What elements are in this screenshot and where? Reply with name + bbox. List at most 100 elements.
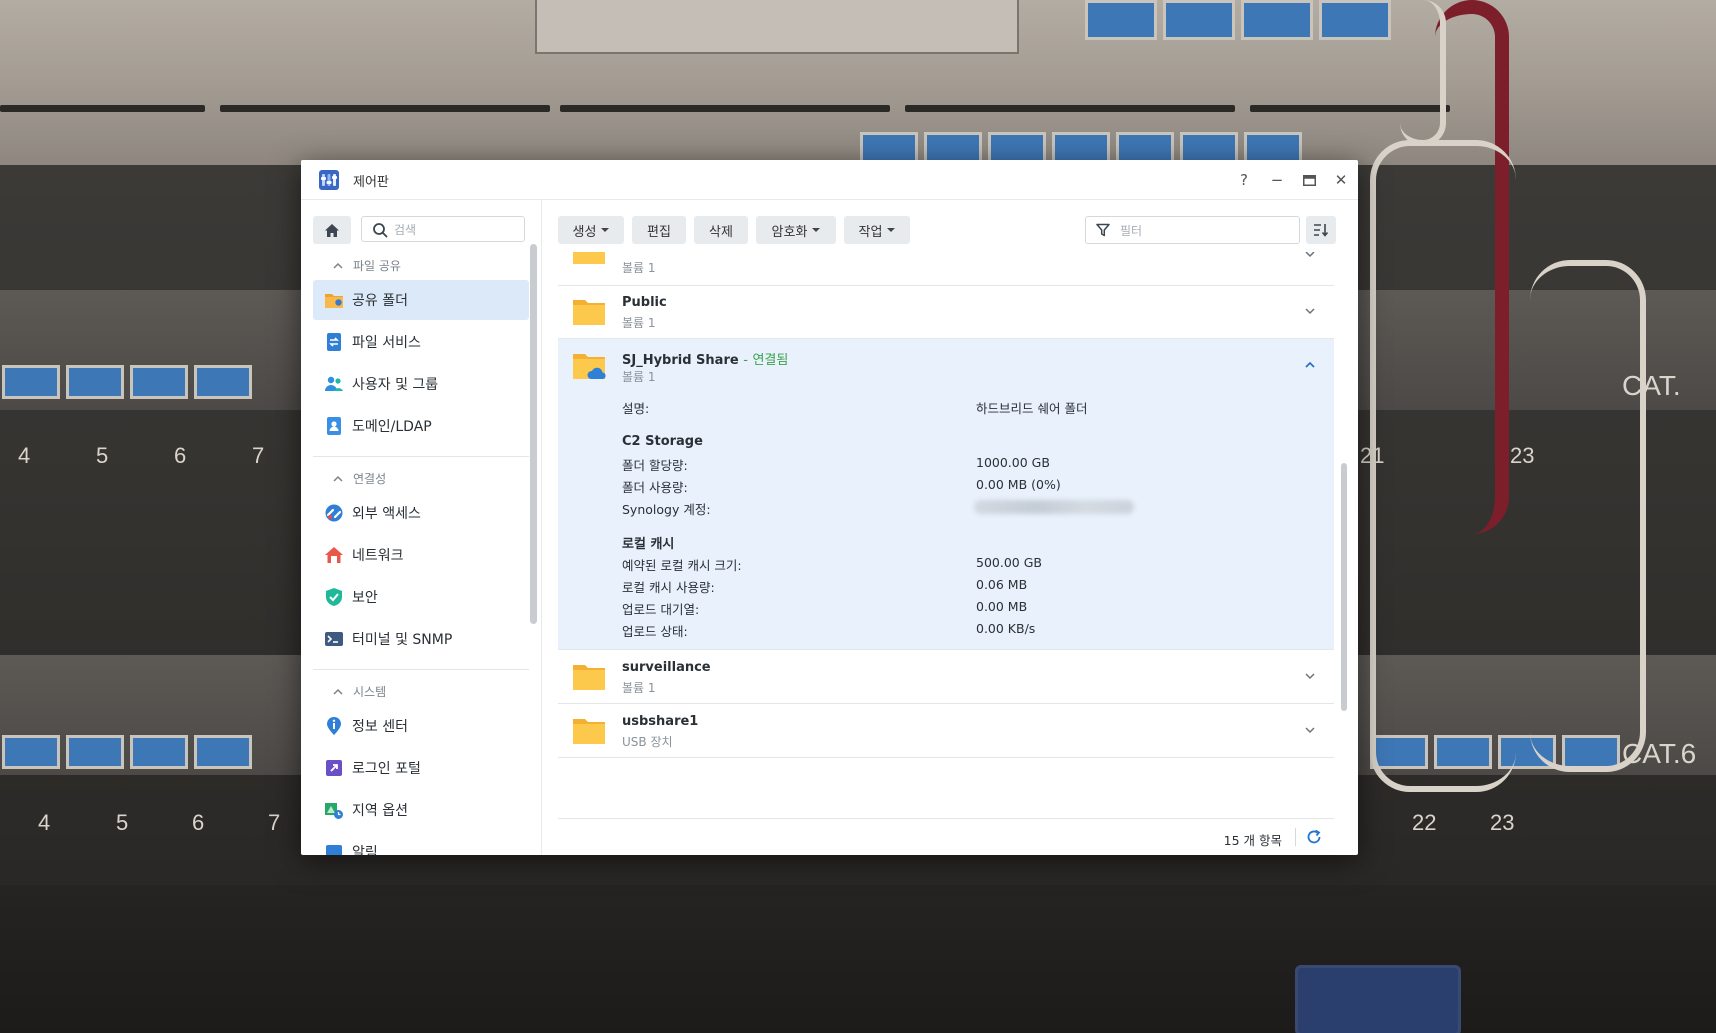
list-scrollbar[interactable]: [1341, 463, 1347, 711]
sidebar-item-network[interactable]: 네트워크: [313, 535, 529, 575]
footer-divider: [1295, 828, 1296, 846]
status-connected: 연결됨: [752, 353, 789, 368]
section-header-connectivity[interactable]: 연결성: [333, 470, 386, 487]
sidebar-item-login-portal[interactable]: 로그인 포털: [313, 748, 529, 788]
folder-name-text: SJ_Hybrid Share: [622, 353, 739, 368]
close-button[interactable]: ✕: [1329, 168, 1353, 192]
sidebar-item-label: 파일 서비스: [352, 335, 421, 351]
sidebar-item-regional-options[interactable]: 지역 옵션: [313, 790, 529, 830]
description-label: 설명:: [622, 401, 650, 416]
sidebar-item-label: 공유 폴더: [352, 293, 408, 309]
edit-button[interactable]: 편집: [632, 216, 686, 244]
section-header-system[interactable]: 시스템: [333, 683, 386, 700]
folder-row[interactable]: 볼륨 1: [558, 252, 1334, 286]
folder-row[interactable]: surveillance 볼륨 1: [558, 650, 1334, 704]
encryption-label: 암호화: [771, 224, 808, 240]
folder-volume: USB 장치: [622, 735, 673, 749]
chevron-down-icon[interactable]: [1304, 305, 1316, 317]
maximize-button[interactable]: [1297, 168, 1321, 192]
shared-folder-icon: [325, 294, 343, 308]
security-shield-icon: [326, 588, 342, 606]
folder-volume: 볼륨 1: [622, 316, 656, 330]
cache-usage-value: 0.06 MB: [976, 577, 1028, 592]
sidebar-item-terminal-snmp[interactable]: 터미널 및 SNMP: [313, 619, 529, 659]
folder-row-expanded[interactable]: SJ_Hybrid Share - 연결됨 볼륨 1 설명: 하드브리드 쉐어 …: [558, 339, 1334, 650]
filter-icon: [1096, 223, 1110, 237]
folder-name: usbshare1: [622, 714, 699, 729]
delete-button[interactable]: 삭제: [694, 216, 748, 244]
sidebar-item-file-services[interactable]: 파일 서비스: [313, 322, 529, 362]
action-button[interactable]: 작업: [844, 216, 910, 244]
sidebar-item-label: 보안: [352, 590, 378, 606]
title-bar: 제어판 ? − ✕: [301, 160, 1358, 200]
local-cache-heading: 로컬 캐시: [622, 537, 675, 552]
chevron-down-icon[interactable]: [1304, 724, 1316, 736]
minimize-button[interactable]: −: [1265, 168, 1289, 192]
quota-label: 폴더 할당량:: [622, 458, 688, 473]
upload-status-label: 업로드 상태:: [622, 624, 688, 639]
rack-faceplate: [535, 0, 1019, 54]
quota-value: 1000.00 GB: [976, 455, 1050, 470]
encryption-button[interactable]: 암호화: [756, 216, 836, 244]
caret-down-icon: [601, 228, 610, 232]
sort-icon: [1314, 224, 1329, 237]
account-value-redacted: [974, 500, 1134, 514]
folder-icon: [573, 665, 605, 690]
sidebar-item-info-center[interactable]: 정보 센터: [313, 706, 529, 746]
sidebar-item-security[interactable]: 보안: [313, 577, 529, 617]
action-label: 작업: [858, 224, 883, 240]
help-button[interactable]: ?: [1232, 168, 1256, 192]
sidebar-item-label: 네트워크: [352, 548, 404, 564]
cloud-folder-icon: [573, 354, 606, 379]
sidebar-item-users-groups[interactable]: 사용자 및 그룹: [313, 364, 529, 404]
section-header-file-sharing[interactable]: 파일 공유: [333, 257, 401, 274]
notification-icon: [326, 845, 342, 855]
reserved-cache-label: 예약된 로컬 캐시 크기:: [622, 558, 742, 573]
info-center-icon: [327, 717, 341, 735]
sidebar-scrollbar[interactable]: [530, 244, 537, 624]
folder-name: surveillance: [622, 660, 711, 675]
terminal-icon: [325, 632, 343, 646]
usage-value: 0.00 MB (0%): [976, 477, 1061, 492]
file-services-icon: [327, 333, 341, 351]
section-title: 시스템: [353, 685, 387, 699]
folder-row[interactable]: Public 볼륨 1: [558, 285, 1334, 339]
refresh-icon[interactable]: [1306, 829, 1322, 845]
sidebar-item-label: 지역 옵션: [352, 803, 408, 819]
search-input[interactable]: [392, 220, 516, 240]
usage-label: 폴더 사용량:: [622, 480, 688, 495]
home-button[interactable]: [313, 216, 351, 244]
sidebar-item-label: 도메인/LDAP: [352, 419, 432, 435]
sidebar: 파일 공유 공유 폴더 파일 서비스 사용자 및 그룹: [301, 200, 542, 855]
sidebar-search: [361, 216, 525, 242]
home-icon: [325, 223, 339, 237]
create-label: 생성: [572, 224, 597, 240]
folder-row[interactable]: usbshare1 USB 장치: [558, 704, 1334, 758]
users-groups-icon: [325, 376, 343, 391]
sort-button[interactable]: [1306, 216, 1336, 244]
filter-input[interactable]: [1118, 221, 1292, 241]
control-panel-app-icon: [319, 170, 339, 190]
sidebar-item-external-access[interactable]: 외부 액세스: [313, 493, 529, 533]
chevron-up-icon[interactable]: [1304, 359, 1316, 371]
sidebar-item-domain-ldap[interactable]: 도메인/LDAP: [313, 406, 529, 446]
sidebar-item-label: 정보 센터: [352, 719, 408, 735]
main-panel: 생성 편집 삭제 암호화 작업 필터 볼륨 1 Public 볼륨 1 SJ_H…: [542, 200, 1358, 855]
domain-ldap-icon: [327, 417, 341, 435]
sidebar-item-notification[interactable]: 알림: [313, 832, 529, 855]
account-label: Synology 계정:: [622, 502, 711, 517]
sidebar-item-label: 알림: [352, 845, 378, 855]
folder-name: Public: [622, 295, 667, 310]
caret-down-icon: [812, 228, 821, 232]
upload-status-value: 0.00 KB/s: [976, 621, 1036, 636]
sidebar-item-shared-folder[interactable]: 공유 폴더: [313, 280, 529, 320]
rack-ports-top: [1085, 0, 1391, 40]
folder-volume: 볼륨 1: [622, 370, 656, 384]
maximize-icon: [1302, 174, 1316, 186]
chevron-up-icon: [333, 262, 343, 269]
folder-icon: [573, 719, 605, 744]
chevron-down-icon[interactable]: [1304, 670, 1316, 682]
chevron-down-icon[interactable]: [1304, 252, 1316, 260]
status-separator: -: [743, 353, 748, 368]
create-button[interactable]: 생성: [558, 216, 624, 244]
